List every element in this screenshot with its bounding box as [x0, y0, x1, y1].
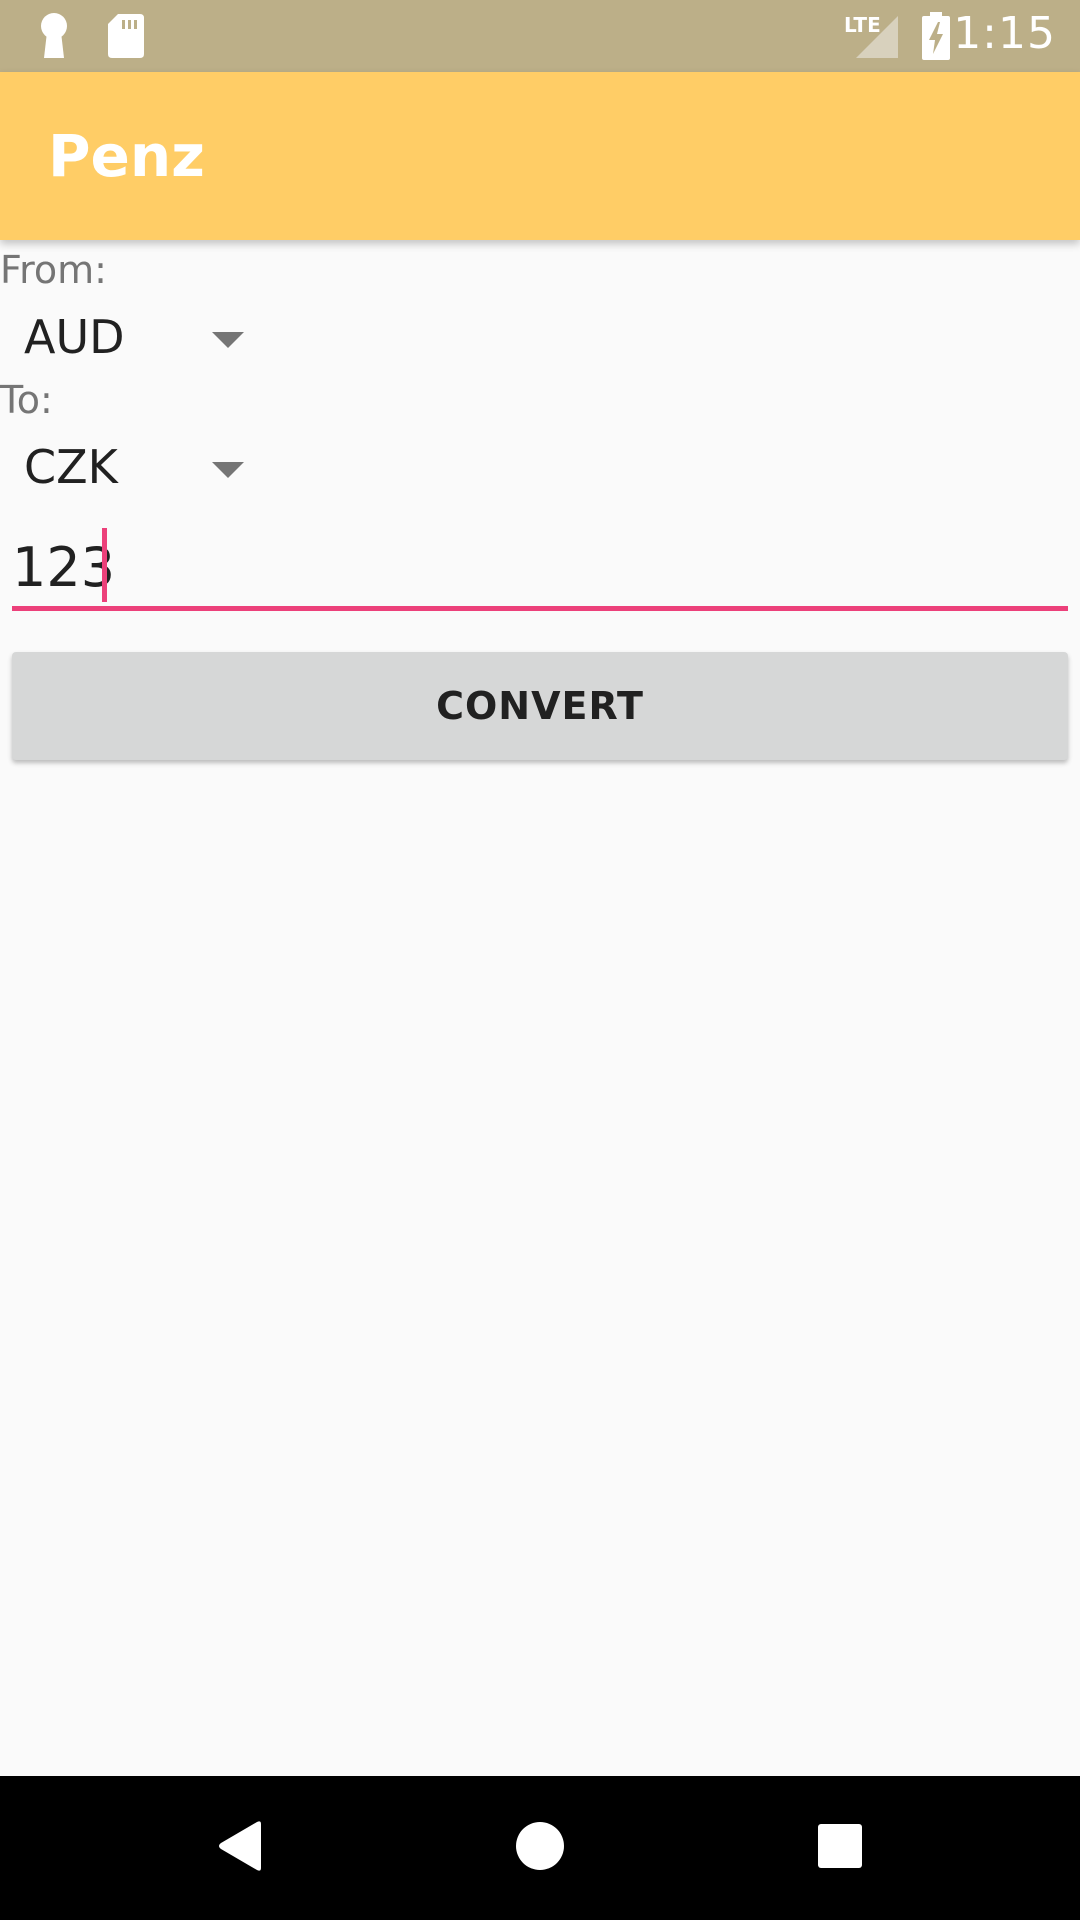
battery-charging-icon: [920, 12, 952, 66]
status-bar: LTE 1:15: [0, 0, 1080, 72]
recents-icon: [817, 1823, 863, 1873]
home-icon: [515, 1821, 565, 1875]
from-currency-value: AUD: [24, 310, 125, 364]
input-underline: [12, 606, 1068, 611]
amount-input[interactable]: 123: [12, 522, 1068, 614]
home-button[interactable]: [460, 1776, 620, 1920]
to-currency-value: CZK: [24, 440, 118, 494]
app-bar: Penz: [0, 72, 1080, 240]
dropdown-arrow-icon: [212, 332, 244, 354]
dropdown-arrow-icon: [212, 462, 244, 484]
navigation-bar: [0, 1776, 1080, 1920]
from-label: From:: [0, 248, 107, 292]
back-button[interactable]: [160, 1776, 320, 1920]
app-title: Penz: [48, 122, 205, 190]
signal-icon: LTE: [842, 10, 900, 64]
amount-input-value: 123: [12, 536, 116, 599]
status-clock: 1:15: [953, 8, 1056, 59]
convert-button[interactable]: CONVERT: [12, 652, 1068, 760]
text-caret: [102, 528, 107, 602]
recents-button[interactable]: [760, 1776, 920, 1920]
to-currency-spinner[interactable]: CZK: [0, 420, 260, 516]
screen: LTE 1:15 Penz From: AUD To: CZK 123 CONV…: [0, 0, 1080, 1920]
sd-card-icon: [106, 12, 146, 64]
network-type-label: LTE: [844, 13, 881, 37]
keyhole-icon: [36, 12, 72, 64]
to-label: To:: [0, 378, 53, 422]
back-icon: [215, 1820, 265, 1876]
from-currency-spinner[interactable]: AUD: [0, 290, 260, 386]
